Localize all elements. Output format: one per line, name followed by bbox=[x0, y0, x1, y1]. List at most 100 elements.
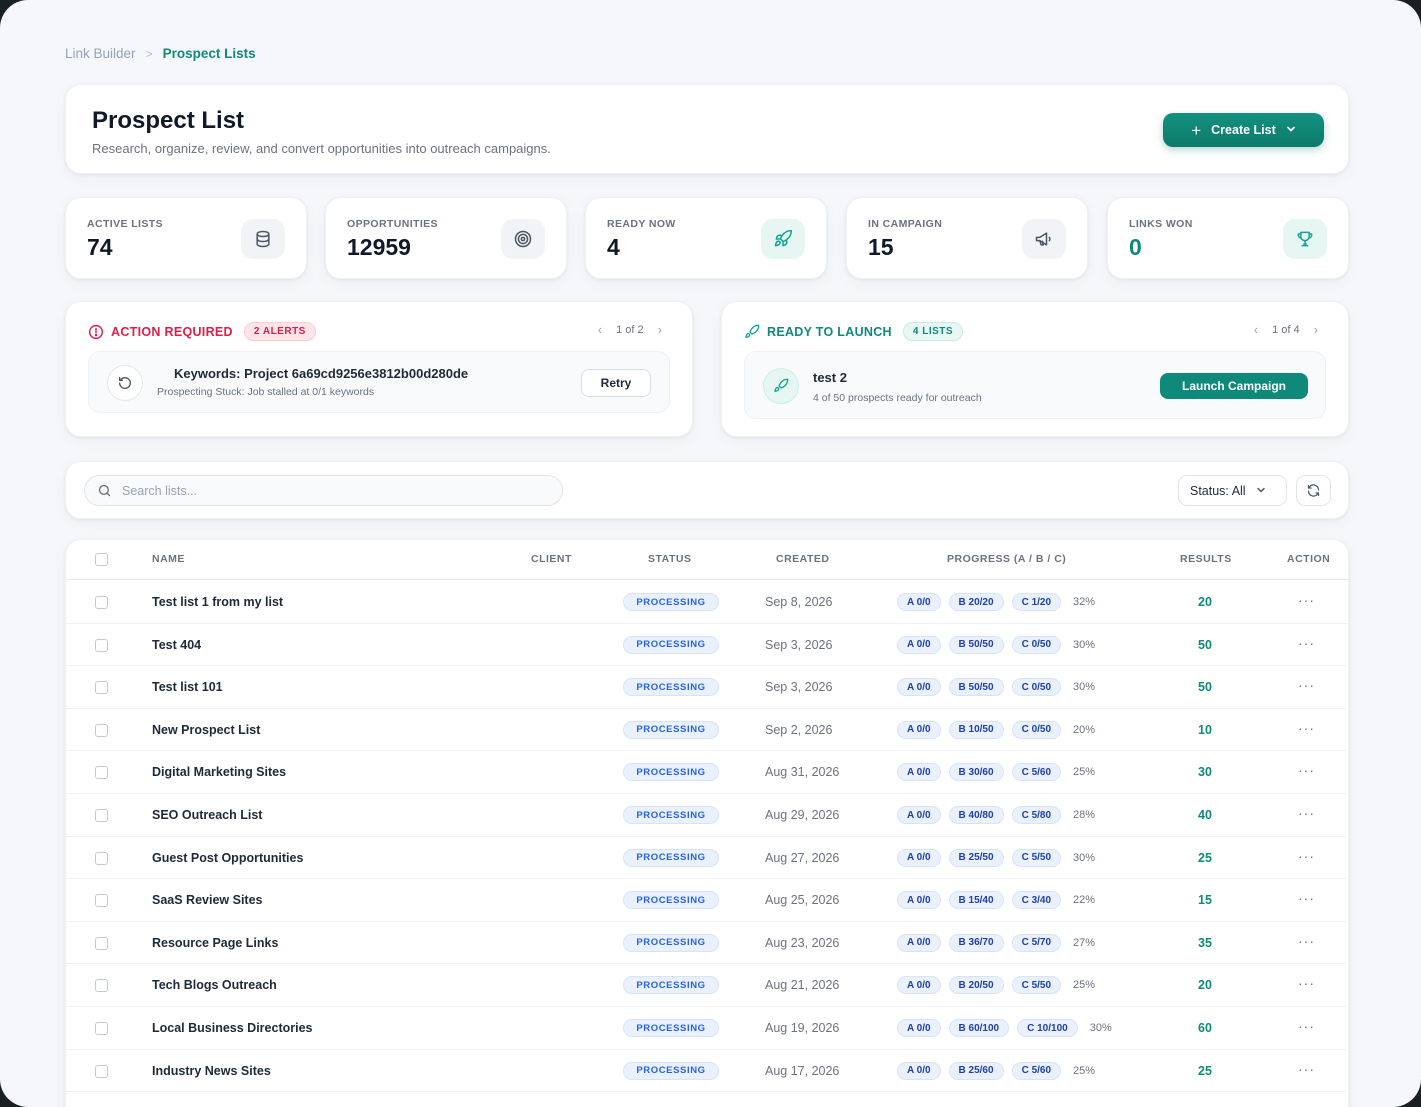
create-list-button[interactable]: + Create List bbox=[1163, 113, 1324, 147]
more-actions-icon[interactable]: ··· bbox=[1298, 1018, 1315, 1034]
chevron-left-icon[interactable]: ‹ bbox=[1254, 322, 1258, 337]
row-checkbox[interactable] bbox=[95, 766, 108, 780]
progress-chip-b: B 30/60 bbox=[948, 763, 1004, 782]
progress-chip-a: A 0/0 bbox=[897, 848, 941, 867]
row-checkbox[interactable] bbox=[95, 1022, 108, 1035]
list-name[interactable]: New Prospect List bbox=[152, 723, 260, 737]
progress-percent: 30% bbox=[1073, 681, 1096, 694]
breadcrumb-link-builder[interactable]: Link Builder bbox=[65, 46, 136, 61]
list-name[interactable]: Test list 101 bbox=[152, 680, 223, 694]
stat-label: LINKS WON bbox=[1129, 218, 1193, 230]
results-count: 15 bbox=[1198, 893, 1212, 908]
chevron-right-icon[interactable]: › bbox=[658, 322, 662, 337]
column-created[interactable]: CREATED bbox=[776, 553, 829, 565]
status-badge: PROCESSING bbox=[623, 806, 719, 824]
status-filter-select[interactable]: Status: All bbox=[1178, 475, 1287, 506]
row-checkbox[interactable] bbox=[95, 638, 108, 652]
row-checkbox[interactable] bbox=[95, 809, 108, 822]
more-actions-icon[interactable]: ··· bbox=[1298, 975, 1315, 991]
list-name[interactable]: SaaS Review Sites bbox=[152, 893, 262, 907]
created-date: Aug 19, 2026 bbox=[765, 1021, 840, 1035]
more-actions-icon[interactable]: ··· bbox=[1298, 805, 1315, 821]
more-actions-icon[interactable]: ··· bbox=[1298, 592, 1315, 608]
more-actions-icon[interactable]: ··· bbox=[1298, 1061, 1315, 1077]
more-actions-icon[interactable]: ··· bbox=[1298, 933, 1315, 949]
list-name[interactable]: Test 404 bbox=[152, 638, 201, 652]
table-row[interactable]: New Prospect List PROCESSING Sep 2, 2026 A … bbox=[66, 709, 1348, 752]
more-actions-icon[interactable]: ··· bbox=[1298, 720, 1315, 736]
table-row[interactable]: Industry News Sites PROCESSING Aug 17, 202… bbox=[66, 1050, 1348, 1093]
table-row[interactable]: Tech Blogs Outreach PROCESSING Aug 21, 202… bbox=[66, 964, 1348, 1007]
rocket-icon bbox=[763, 368, 799, 404]
results-count: 40 bbox=[1198, 808, 1212, 822]
column-results[interactable]: RESULTS bbox=[1180, 553, 1232, 565]
search-box[interactable] bbox=[84, 475, 563, 506]
table-row[interactable]: Test list 101 PROCESSING Sep 3, 2026 A 0/0 B… bbox=[66, 666, 1348, 709]
progress-chip-c: C 0/50 bbox=[1011, 678, 1062, 697]
progress-group: A 0/0 B 20/50 C 5/50 25% bbox=[897, 976, 1095, 995]
progress-chip-a: A 0/0 bbox=[897, 1019, 941, 1037]
column-client[interactable]: CLIENT bbox=[531, 553, 572, 565]
table-row[interactable]: Test 404 PROCESSING Sep 3, 2026 A 0/0 B 50/5… bbox=[66, 624, 1348, 667]
more-actions-icon[interactable]: ··· bbox=[1298, 848, 1315, 864]
more-actions-icon[interactable]: ··· bbox=[1298, 677, 1315, 693]
table-row[interactable]: Test list 1 from my list PROCESSING Sep 8,… bbox=[66, 581, 1348, 624]
row-checkbox[interactable] bbox=[95, 1064, 108, 1078]
page-subtitle: Research, organize, review, and convert … bbox=[92, 141, 551, 156]
chevron-left-icon[interactable]: ‹ bbox=[598, 322, 602, 337]
chevron-right-icon[interactable]: › bbox=[1314, 322, 1318, 337]
app-window: Link Builder > Prospect Lists Prospect L… bbox=[0, 0, 1421, 1107]
retry-button[interactable]: Retry bbox=[581, 369, 651, 397]
plus-icon: + bbox=[1191, 120, 1202, 140]
table-row[interactable]: Local Business Directories PROCESSING Aug … bbox=[66, 1007, 1348, 1050]
column-name[interactable]: NAME bbox=[152, 553, 185, 565]
row-checkbox[interactable] bbox=[95, 596, 108, 609]
list-name[interactable]: Resource Page Links bbox=[152, 936, 278, 950]
list-name[interactable]: Industry News Sites bbox=[152, 1064, 271, 1078]
launch-campaign-button[interactable]: Launch Campaign bbox=[1160, 373, 1308, 399]
list-name[interactable]: Test list 1 from my list bbox=[152, 595, 283, 609]
more-actions-icon[interactable]: ··· bbox=[1298, 635, 1315, 651]
column-progress: PROGRESS (A / B / C) bbox=[947, 553, 1067, 565]
more-actions-icon[interactable]: ··· bbox=[1298, 890, 1315, 906]
alert-item-title: Keywords: Project 6a69cd9256e3812b00d280… bbox=[174, 366, 469, 381]
list-name[interactable]: Digital Marketing Sites bbox=[152, 765, 286, 779]
row-checkbox[interactable] bbox=[95, 936, 108, 950]
status-badge: PROCESSING bbox=[623, 1061, 719, 1080]
row-checkbox[interactable] bbox=[95, 894, 108, 908]
stat-card-in-campaign: IN CAMPAIGN 15 bbox=[846, 197, 1088, 279]
list-name[interactable]: Guest Post Opportunities bbox=[152, 851, 303, 865]
column-status[interactable]: STATUS bbox=[648, 553, 691, 565]
row-checkbox[interactable] bbox=[95, 851, 108, 865]
table-row[interactable]: SaaS Review Sites PROCESSING Aug 25, 2026 A… bbox=[66, 879, 1348, 922]
select-all-checkbox[interactable] bbox=[95, 553, 108, 566]
results-count: 60 bbox=[1198, 1021, 1212, 1035]
list-name[interactable]: Tech Blogs Outreach bbox=[152, 978, 277, 992]
progress-chip-b: B 20/50 bbox=[948, 976, 1004, 995]
refresh-icon bbox=[1307, 484, 1320, 497]
alert-circle-icon bbox=[88, 324, 104, 339]
refresh-button[interactable] bbox=[1296, 475, 1331, 506]
table-row[interactable]: Resource Page Links PROCESSING Aug 23, 202… bbox=[66, 922, 1348, 965]
ready-to-launch-title: READY TO LAUNCH bbox=[767, 324, 892, 339]
row-checkbox[interactable] bbox=[95, 723, 108, 737]
progress-percent: 30% bbox=[1073, 638, 1096, 651]
alert-item: Keywords: Project 6a69cd9256e3812b00d280… bbox=[88, 351, 670, 413]
progress-chip-b: B 25/50 bbox=[948, 848, 1004, 867]
row-checkbox[interactable] bbox=[95, 681, 108, 695]
database-icon bbox=[241, 219, 285, 259]
launch-item: test 2 4 of 50 prospects ready for outre… bbox=[744, 351, 1326, 419]
progress-group: A 0/0 B 20/20 C 1/20 32% bbox=[897, 593, 1095, 611]
table-row[interactable]: SEO Outreach List PROCESSING Aug 29, 2026 A… bbox=[66, 794, 1348, 837]
results-count: 50 bbox=[1198, 680, 1212, 695]
row-checkbox[interactable] bbox=[95, 979, 108, 993]
progress-chip-c: C 1/20 bbox=[1011, 593, 1062, 611]
more-actions-icon[interactable]: ··· bbox=[1298, 762, 1315, 778]
list-name[interactable]: Local Business Directories bbox=[152, 1021, 312, 1035]
progress-chip-c: C 5/80 bbox=[1011, 806, 1062, 824]
table-row[interactable]: Digital Marketing Sites PROCESSING Aug 31,… bbox=[66, 751, 1348, 794]
search-input[interactable] bbox=[122, 483, 542, 498]
list-name[interactable]: SEO Outreach List bbox=[152, 808, 262, 822]
progress-chip-c: C 3/40 bbox=[1011, 891, 1062, 910]
table-row[interactable]: Guest Post Opportunities PROCESSING Aug 27… bbox=[66, 837, 1348, 880]
